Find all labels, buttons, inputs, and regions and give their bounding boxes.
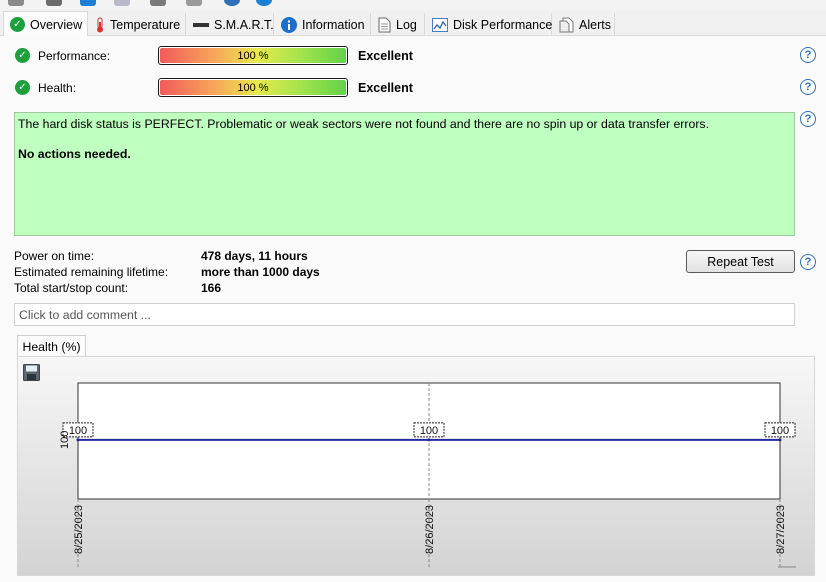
help-icon[interactable]: ? [800, 79, 816, 95]
toolbar-icon[interactable] [224, 0, 240, 6]
check-circle-icon: ✓ [15, 80, 30, 95]
toolbar-icon[interactable] [8, 0, 24, 6]
data-point [778, 438, 782, 442]
data-point [76, 438, 80, 442]
status-action: No actions needed. [18, 147, 131, 161]
tab-smart[interactable]: S.M.A.R.T. [187, 13, 274, 36]
tab-bar: ✓ Overview Temperature S.M.A.R.T. Inform… [0, 10, 826, 37]
start-stop-value: 166 [201, 281, 222, 295]
tab-alerts[interactable]: Alerts [553, 13, 615, 36]
x-tick-label: 8/26/2023 [424, 505, 436, 554]
health-chart: 8/25/2023 8/26/2023 8/27/2023100 100 100100 [59, 382, 796, 568]
x-tick-label: 8/27/2023 [775, 505, 787, 554]
tab-label: S.M.A.R.T. [214, 17, 274, 32]
performance-label: Performance: [38, 49, 111, 63]
start-stop-label: Total start/stop count: [14, 281, 129, 295]
check-circle-icon: ✓ [10, 17, 25, 32]
y-tick-label: 100 [59, 431, 71, 449]
help-icon[interactable]: ? [800, 111, 816, 127]
tab-label: Disk Performance [453, 17, 553, 32]
info-icon [281, 16, 297, 33]
toolbar-icon[interactable] [256, 0, 272, 6]
toolbar [0, 0, 826, 10]
lifetime-value: more than 1000 days [201, 265, 320, 279]
power-on-value: 478 days, 11 hours [201, 249, 308, 263]
alerts-icon [559, 17, 574, 33]
health-bar-text: 100 % [237, 81, 269, 94]
tab-disk-performance[interactable]: Disk Performance [426, 13, 552, 36]
toolbar-icon[interactable] [114, 0, 130, 6]
tab-information[interactable]: Information [275, 13, 371, 36]
data-label: 100 [69, 425, 87, 437]
thermometer-icon [95, 17, 105, 33]
x-tick-label: 8/25/2023 [73, 505, 85, 554]
toolbar-icon[interactable] [80, 0, 96, 6]
comment-input[interactable]: Click to add comment ... [14, 303, 795, 326]
tab-overview[interactable]: ✓ Overview [3, 11, 88, 37]
status-message-box: The hard disk status is PERFECT. Problem… [14, 112, 795, 236]
performance-bar: 100 % [158, 46, 348, 65]
performance-rating: Excellent [358, 49, 413, 63]
tab-label: Temperature [110, 17, 181, 32]
tab-health-chart[interactable]: Health (%) [17, 335, 86, 357]
tab-label: Overview [30, 17, 83, 32]
status-message: The hard disk status is PERFECT. Problem… [18, 117, 709, 131]
toolbar-icon[interactable] [186, 0, 202, 6]
data-point [427, 438, 431, 442]
health-chart-panel: 8/25/2023 8/26/2023 8/27/2023 100 100 100 100 [17, 356, 815, 576]
toolbar-icon[interactable] [46, 0, 62, 6]
toolbar-icon[interactable] [150, 0, 166, 6]
tab-log[interactable]: Log [372, 13, 425, 36]
data-label: 100 [420, 425, 438, 437]
tab-label: Alerts [579, 17, 611, 32]
save-icon[interactable] [23, 364, 40, 381]
tab-label: Log [396, 17, 417, 32]
data-label: 100 [771, 425, 789, 437]
tab-temperature[interactable]: Temperature [89, 13, 186, 36]
health-bar: 100 % [158, 78, 348, 97]
overview-panel: ✓ Performance: 100 % Excellent ? ✓ Healt… [0, 36, 826, 582]
performance-bar-text: 100 % [237, 49, 269, 62]
tab-label: Information [302, 17, 365, 32]
power-on-label: Power on time: [14, 249, 95, 263]
help-icon[interactable]: ? [800, 47, 816, 63]
document-icon [378, 17, 391, 33]
performance-chart-icon [432, 17, 448, 32]
lifetime-label: Estimated remaining lifetime: [14, 265, 169, 279]
health-rating: Excellent [358, 81, 413, 95]
health-label: Health: [38, 81, 77, 95]
check-circle-icon: ✓ [15, 48, 30, 63]
repeat-test-button[interactable]: Repeat Test [686, 250, 795, 273]
drive-icon [193, 21, 209, 29]
help-icon[interactable]: ? [800, 254, 816, 270]
